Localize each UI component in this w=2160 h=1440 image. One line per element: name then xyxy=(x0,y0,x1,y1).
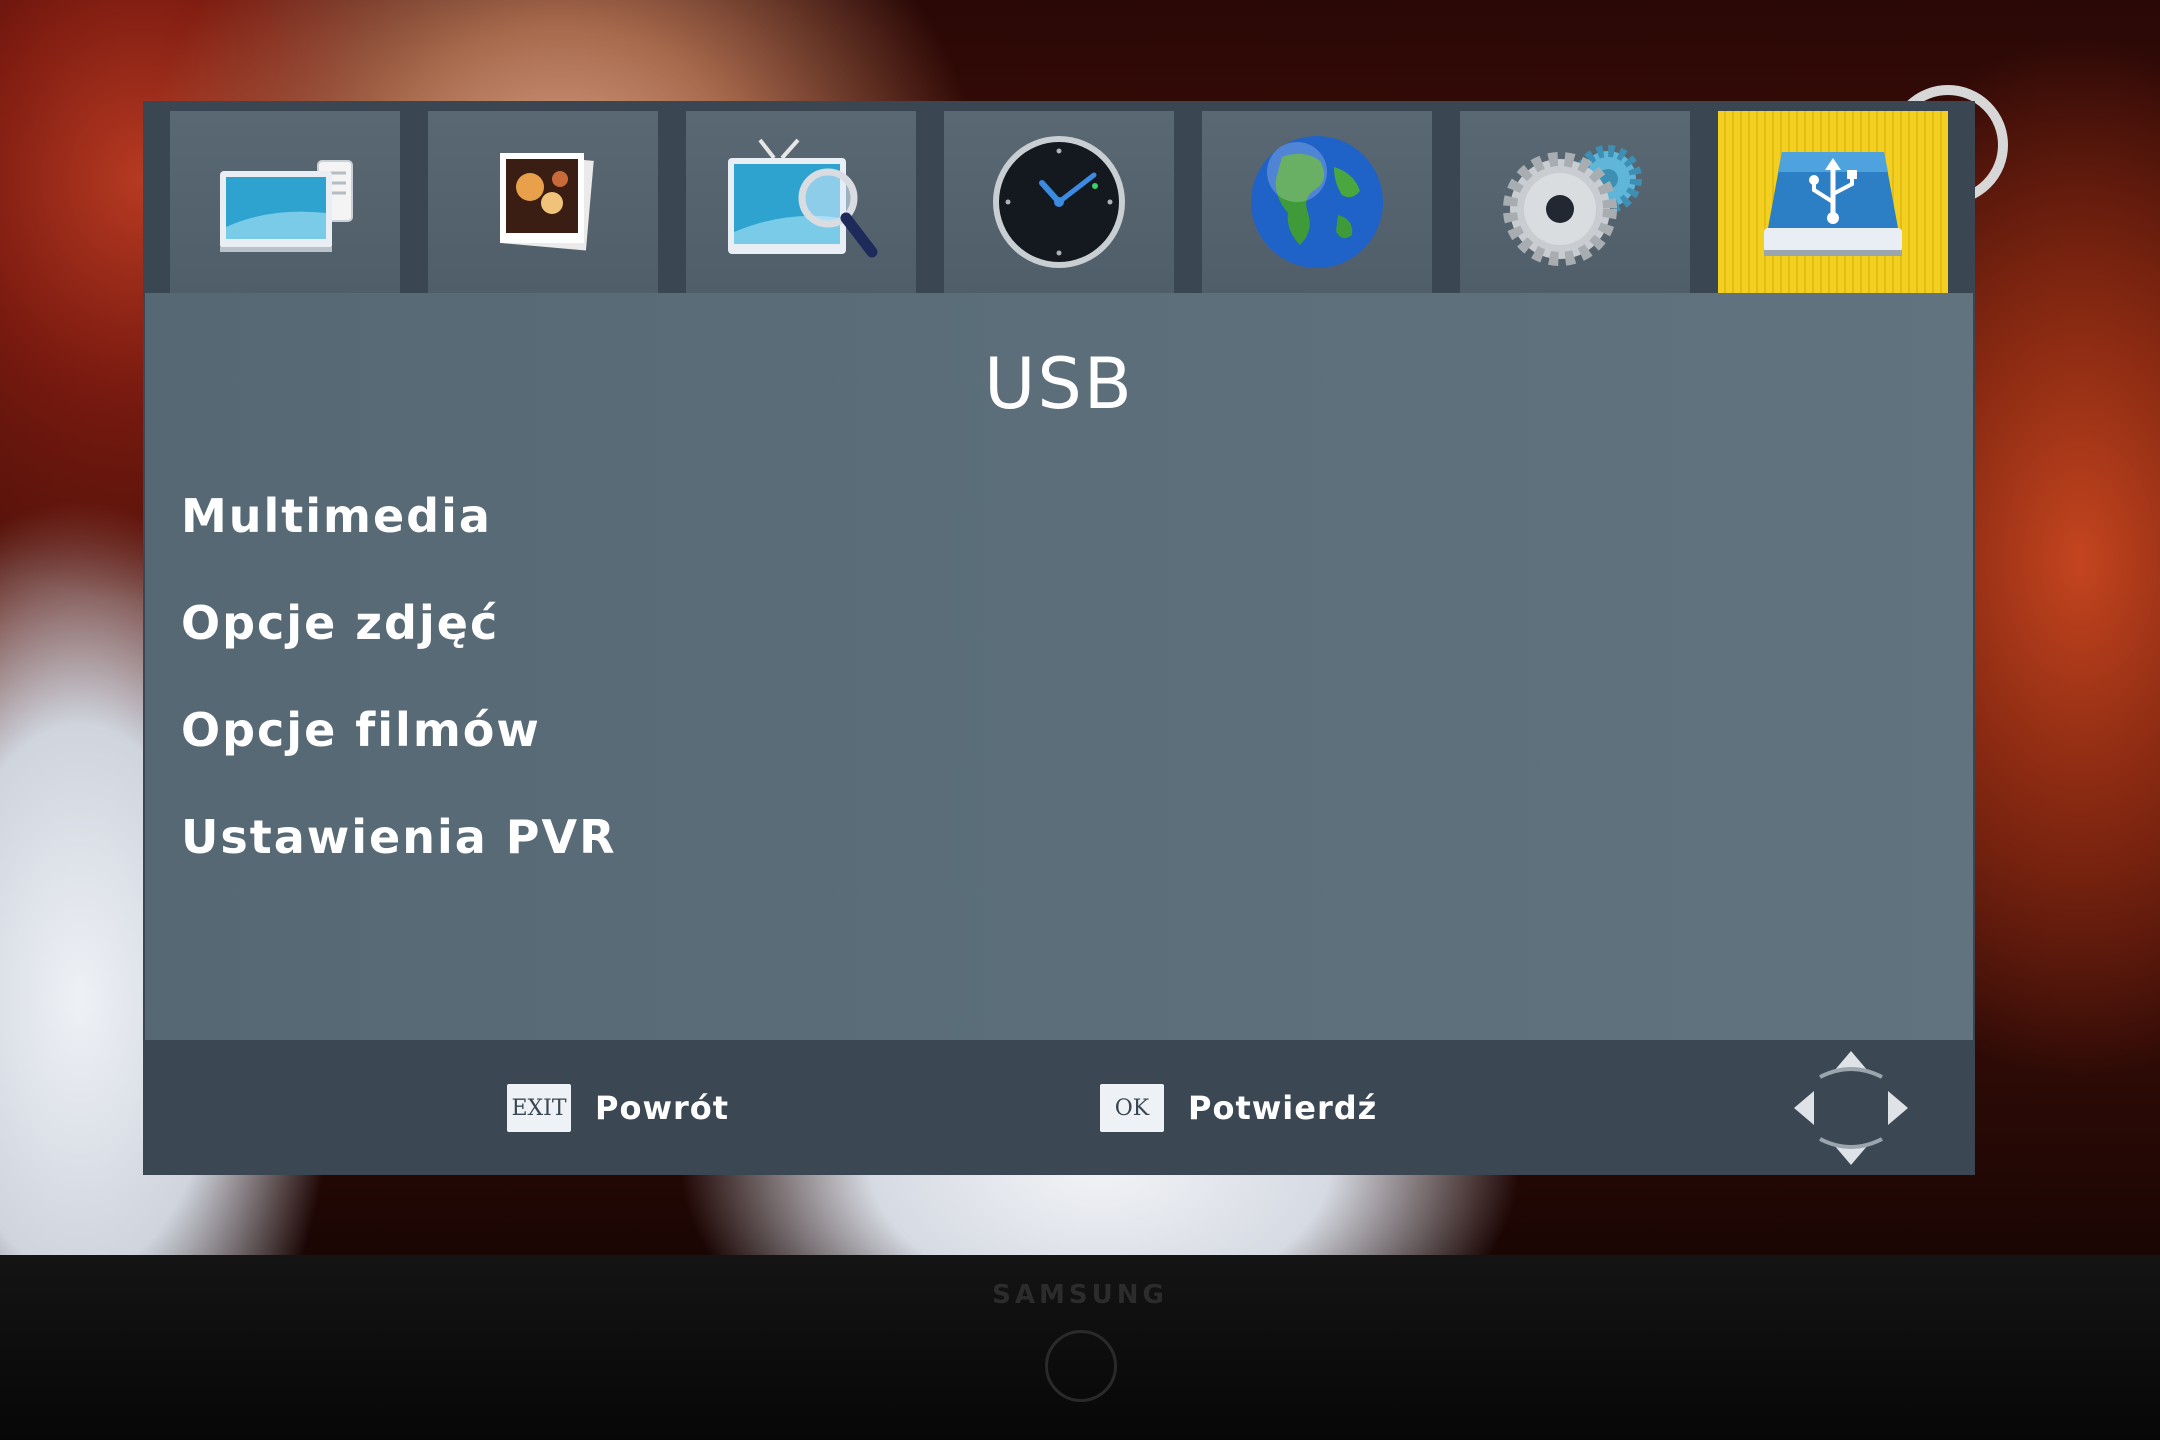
menu-title: USB xyxy=(984,343,1134,425)
osd-menu-window: USB Multimedia Opcje zdjęć Opcje filmów … xyxy=(145,103,1973,1173)
hint-confirm: OK Potwierdź xyxy=(1100,1084,1377,1132)
footer-hint-bar: EXIT Powrót OK Potwierdź xyxy=(145,1040,1973,1173)
tab-system[interactable] xyxy=(1460,111,1690,293)
tab-channel-list[interactable] xyxy=(170,111,400,293)
menu-tab-bar xyxy=(145,103,1973,293)
photos-icon xyxy=(500,153,594,251)
tab-channel-search[interactable] xyxy=(686,111,916,293)
menu-item-multimedia[interactable]: Multimedia xyxy=(181,463,617,570)
back-label: Powrót xyxy=(595,1089,730,1127)
confirm-label: Potwierdź xyxy=(1188,1089,1378,1127)
menu-item-pvr-settings[interactable]: Ustawienia PVR xyxy=(181,784,617,891)
globe-icon xyxy=(1251,136,1383,268)
navigation-arrows-icon xyxy=(1794,1051,1908,1165)
usb-drive-icon xyxy=(1764,152,1902,256)
clock-icon xyxy=(993,136,1125,268)
tab-usb[interactable] xyxy=(1718,111,1948,293)
exit-key: EXIT xyxy=(507,1084,571,1132)
menu-list: Multimedia Opcje zdjęć Opcje filmów Usta… xyxy=(181,463,617,891)
tab-pictures[interactable] xyxy=(428,111,658,293)
ok-key: OK xyxy=(1100,1084,1164,1132)
menu-item-movie-options[interactable]: Opcje filmów xyxy=(181,677,617,784)
tab-time[interactable] xyxy=(944,111,1174,293)
hint-back: EXIT Powrót xyxy=(507,1084,729,1132)
tv-brand-logo: SAMSUNG xyxy=(992,1280,1168,1310)
gears-icon xyxy=(1503,145,1642,266)
tab-language[interactable] xyxy=(1202,111,1432,293)
power-button xyxy=(1045,1330,1117,1402)
menu-item-photo-options[interactable]: Opcje zdjęć xyxy=(181,570,617,677)
tv-search-icon xyxy=(728,138,878,258)
tv-list-icon xyxy=(220,160,353,252)
